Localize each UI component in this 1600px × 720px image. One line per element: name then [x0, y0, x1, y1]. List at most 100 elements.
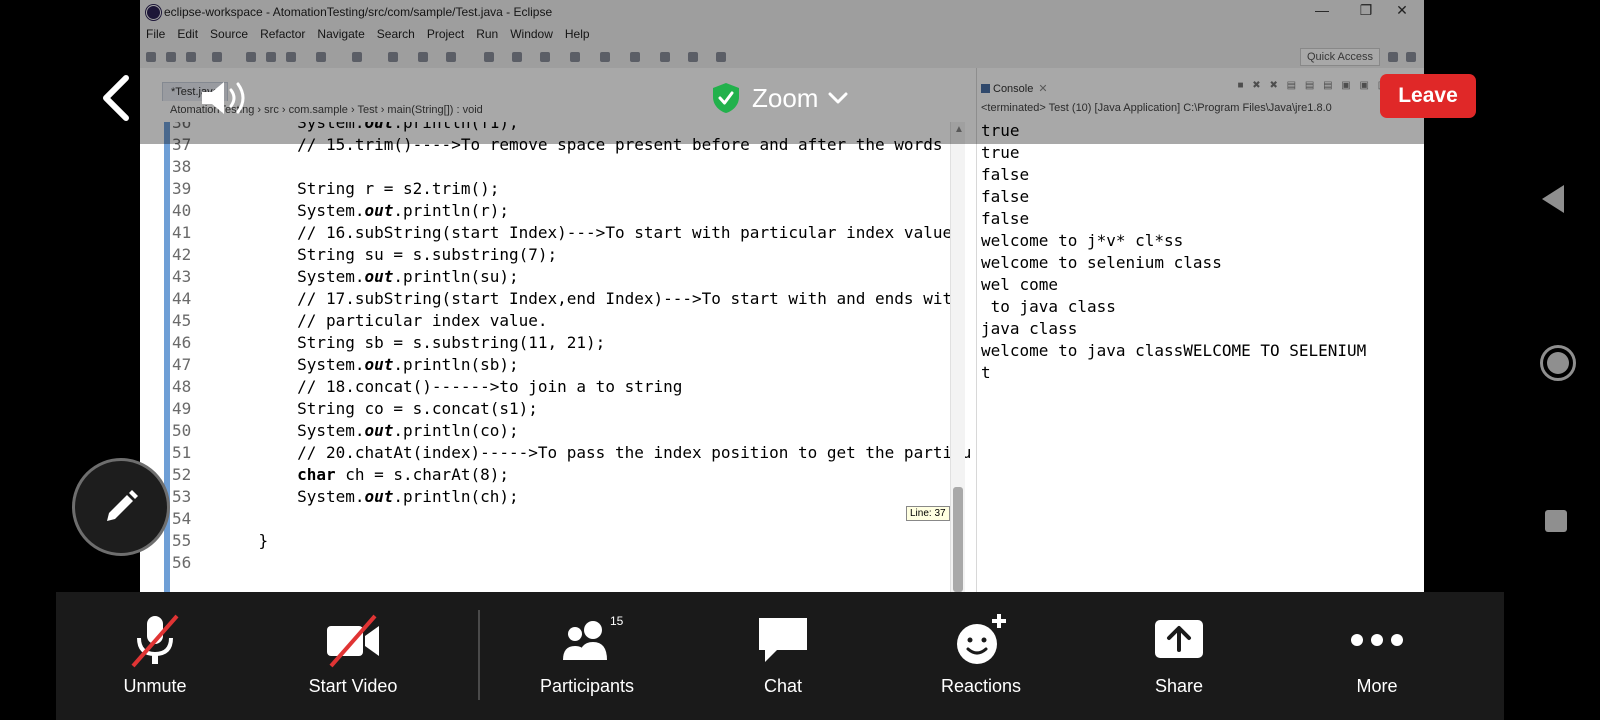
- code-line[interactable]: 53 System.out.println(ch);: [170, 486, 519, 508]
- code-token: String co = s.concat(s1);: [220, 399, 538, 418]
- code-token: // 16.subString(start Index)--->To start…: [220, 223, 953, 242]
- line-number: 44: [172, 289, 192, 308]
- code-token: out: [364, 355, 394, 374]
- editor-scrollbar[interactable]: ▲: [950, 122, 965, 592]
- code-token: String su = s.substring(7);: [220, 245, 558, 264]
- console-line: true: [981, 143, 1020, 162]
- controls-divider: [478, 610, 480, 700]
- mic-muted-icon: [131, 614, 179, 668]
- share-button[interactable]: Share: [1104, 608, 1254, 697]
- code-token: out: [364, 267, 394, 286]
- line-number: 48: [172, 377, 192, 396]
- back-button[interactable]: [96, 74, 136, 122]
- zoom-meeting-screen: eclipse-workspace - AtomationTesting/src…: [0, 0, 1600, 720]
- line-number: 52: [172, 465, 192, 484]
- code-token: System.: [220, 421, 365, 440]
- console-pane: Console ✕ ■ ✖ ✖ ▤ ▤ ▤ ▣ ▣ ▣ ▾ <terminated…: [976, 68, 1424, 592]
- scrollbar-thumb[interactable]: [953, 487, 963, 592]
- line-number: 39: [172, 179, 192, 198]
- line-number: 42: [172, 245, 192, 264]
- code-token: String r = s2.trim();: [220, 179, 500, 198]
- code-token: // 20.chatAt(index)----->To pass the ind…: [220, 443, 972, 462]
- code-token: System.: [220, 355, 365, 374]
- code-line[interactable]: 56: [170, 552, 220, 574]
- line-number: 47: [172, 355, 192, 374]
- code-line[interactable]: 55 }: [170, 530, 268, 552]
- annotate-button[interactable]: [72, 458, 170, 556]
- code-line[interactable]: 43 System.out.println(su);: [170, 266, 519, 288]
- code-line[interactable]: 39 String r = s2.trim();: [170, 178, 499, 200]
- code-line[interactable]: 42 String su = s.substring(7);: [170, 244, 557, 266]
- code-line[interactable]: 47 System.out.println(sb);: [170, 354, 519, 376]
- line-number: 53: [172, 487, 192, 506]
- code-token: System.: [220, 267, 365, 286]
- code-token: ch = s.charAt(8);: [335, 465, 509, 484]
- line-number: 55: [172, 531, 192, 550]
- meeting-title-button[interactable]: Zoom: [712, 78, 848, 118]
- code-line[interactable]: 50 System.out.println(co);: [170, 420, 519, 442]
- code-line[interactable]: 49 String co = s.concat(s1);: [170, 398, 538, 420]
- console-line: welcome to java classWELCOME TO SELENIUM: [981, 341, 1367, 360]
- nav-recents-icon[interactable]: [1545, 510, 1567, 532]
- code-line[interactable]: 54: [170, 508, 220, 530]
- code-line[interactable]: 40 System.out.println(r);: [170, 200, 509, 222]
- back-arrow-icon: [103, 75, 129, 121]
- start-video-label: Start Video: [308, 676, 398, 696]
- console-line: false: [981, 209, 1030, 228]
- code-token: out: [364, 487, 394, 506]
- unmute-button[interactable]: Unmute: [80, 608, 230, 697]
- leave-button[interactable]: Leave: [1380, 74, 1476, 118]
- meeting-controls-bar: Unmute Start Video Participants 15 Chat …: [56, 592, 1504, 720]
- console-line: to java class: [981, 297, 1116, 316]
- console-line: java class: [981, 319, 1078, 338]
- code-line[interactable]: 45 // particular index value.: [170, 310, 548, 332]
- chevron-down-icon: [828, 92, 848, 104]
- code-line[interactable]: 38: [170, 156, 220, 178]
- line-number: 46: [172, 333, 192, 352]
- line-number: 56: [172, 553, 192, 572]
- code-line[interactable]: 46 String sb = s.substring(11, 21);: [170, 332, 605, 354]
- nav-home-icon[interactable]: [1540, 345, 1576, 381]
- more-button[interactable]: More: [1302, 608, 1452, 697]
- code-token: char: [297, 465, 336, 484]
- code-token: .println(co);: [393, 421, 519, 440]
- code-token: out: [364, 421, 394, 440]
- start-video-button[interactable]: Start Video: [278, 608, 428, 697]
- unmute-label: Unmute: [123, 676, 187, 696]
- more-label: More: [1356, 676, 1398, 696]
- console-line: t: [981, 363, 991, 382]
- line-number: 50: [172, 421, 192, 440]
- reactions-button[interactable]: Reactions: [906, 608, 1056, 697]
- code-area[interactable]: 36 System.out.println(f1); 37 // 15.trim(…: [170, 122, 972, 592]
- code-line[interactable]: 44 // 17.subString(start Index,end Index…: [170, 288, 962, 310]
- code-line[interactable]: 41 // 16.subString(start Index)--->To st…: [170, 222, 952, 244]
- code-token: .println(ch);: [393, 487, 519, 506]
- code-line[interactable]: 48 // 18.concat()------>to join a to str…: [170, 376, 682, 398]
- code-line[interactable]: 52 char ch = s.charAt(8);: [170, 464, 509, 486]
- line-tooltip: Line: 37: [906, 506, 950, 521]
- nav-back-icon[interactable]: [1542, 185, 1564, 213]
- line-number: 49: [172, 399, 192, 418]
- share-label: Share: [1154, 676, 1204, 696]
- line-number: 51: [172, 443, 192, 462]
- video-off-icon: [327, 614, 379, 668]
- line-number: 41: [172, 223, 192, 242]
- code-token: .println(r);: [393, 201, 509, 220]
- line-number: 43: [172, 267, 192, 286]
- share-icon: [1155, 620, 1203, 658]
- chat-button[interactable]: Chat: [708, 608, 858, 697]
- console-output: true true false false false welcome to j*v* c…: [981, 120, 1375, 384]
- line-number: 54: [172, 509, 192, 528]
- speaker-icon: [202, 82, 245, 114]
- speaker-button[interactable]: [200, 78, 252, 118]
- console-line: wel come: [981, 275, 1059, 294]
- meeting-title: Zoom: [752, 82, 819, 113]
- encryption-shield-icon: [713, 83, 739, 113]
- code-token: String sb = s.substring(11, 21);: [220, 333, 606, 352]
- line-number: 45: [172, 311, 192, 330]
- participants-button[interactable]: Participants: [512, 608, 662, 697]
- code-line[interactable]: 51 // 20.chatAt(index)----->To pass the …: [170, 442, 972, 464]
- reactions-label: Reactions: [940, 676, 1022, 696]
- code-token: .println(sb);: [393, 355, 519, 374]
